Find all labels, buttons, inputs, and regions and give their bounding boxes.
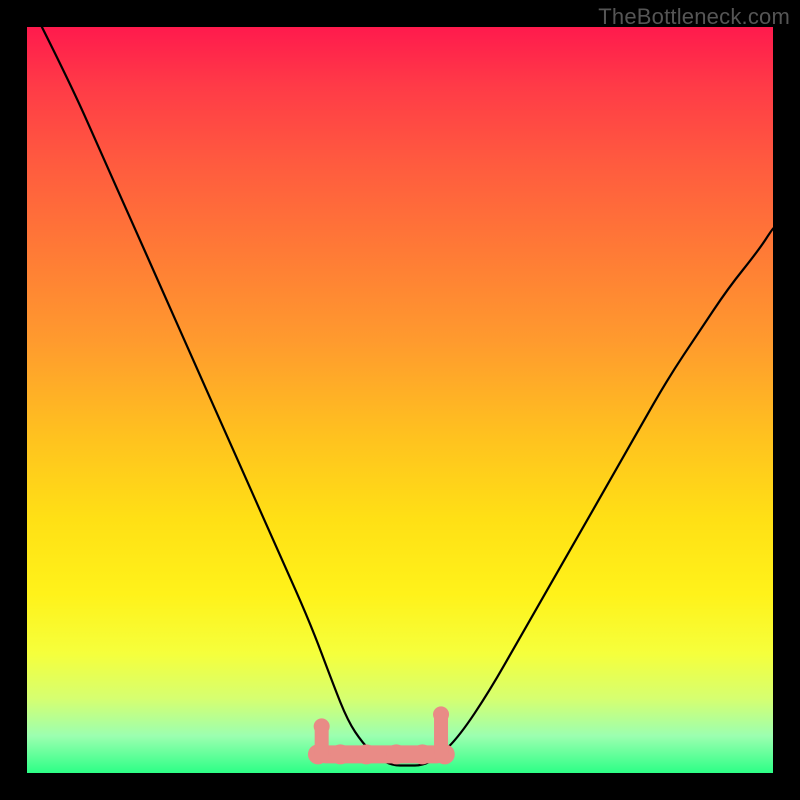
bottleneck-curve (42, 27, 773, 766)
curve-layer (27, 27, 773, 773)
chart-frame: TheBottleneck.com (0, 0, 800, 800)
plot-area (27, 27, 773, 773)
optimal-range-marker (308, 706, 455, 764)
